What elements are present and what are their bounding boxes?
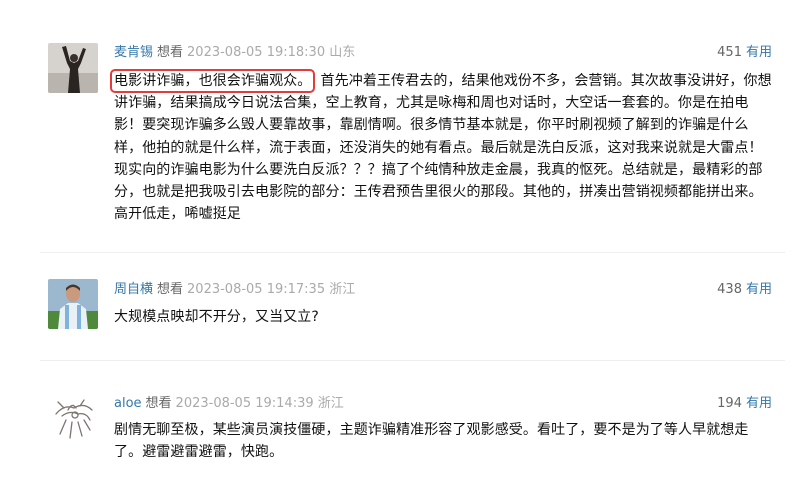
vote-area: 194 有用 (717, 395, 772, 413)
comment-time: 2023-08-05 19:14:39 (175, 396, 314, 411)
comment-body: 首先冲着王传君去的，结果他戏份不多，会营销。其次故事没讲好，你想讲诈骗，结果搞成… (114, 73, 772, 223)
comment-time: 2023-08-05 19:18:30 (187, 45, 326, 60)
comment-location: 山东 (329, 45, 356, 60)
useful-button[interactable]: 有用 (746, 45, 772, 60)
comment-text: 电影讲诈骗，也很会诈骗观众。 首先冲着王传君去的，结果他戏份不多，会营销。其次故… (109, 69, 774, 225)
footballer-photo-icon (48, 279, 98, 329)
divider (40, 360, 785, 361)
username-link[interactable]: 周自横 (114, 282, 153, 297)
comment-time: 2023-08-05 19:17:35 (187, 282, 326, 297)
vote-count: 451 (717, 45, 742, 60)
rating-label: 想看 (157, 45, 184, 60)
comment-text: 大规模点映却不开分，又当又立? (114, 306, 774, 328)
comment-location: 浙江 (329, 282, 356, 297)
avatar[interactable] (48, 279, 98, 329)
vote-count: 438 (717, 282, 742, 297)
username-link[interactable]: aloe (114, 396, 142, 411)
useful-button[interactable]: 有用 (746, 282, 772, 297)
useful-button[interactable]: 有用 (746, 396, 772, 411)
raised-arms-figure-icon (48, 43, 98, 93)
sketch-creature-icon (48, 394, 98, 444)
highlighted-phrase: 电影讲诈骗，也很会诈骗观众。 (109, 69, 316, 93)
comment-body: 大规模点映却不开分，又当又立? (114, 309, 319, 325)
vote-area: 438 有用 (717, 281, 772, 299)
avatar[interactable] (48, 394, 98, 444)
comment-location: 浙江 (317, 396, 344, 411)
avatar[interactable] (48, 43, 98, 93)
vote-area: 451 有用 (717, 44, 772, 62)
comment-meta: 周自横 想看 2023-08-05 19:17:35 浙江 (114, 281, 355, 299)
rating-label: 想看 (157, 282, 184, 297)
comment-meta: 麦肯锡 想看 2023-08-05 19:18:30 山东 (114, 44, 355, 62)
rating-label: 想看 (145, 396, 172, 411)
comment-meta: aloe 想看 2023-08-05 19:14:39 浙江 (114, 395, 344, 413)
vote-count: 194 (717, 396, 742, 411)
comment-text: 剧情无聊至极，某些演员演技僵硬，主题诈骗精准形容了观影感受。看吐了，要不是为了等… (114, 419, 774, 463)
divider (40, 252, 785, 253)
username-link[interactable]: 麦肯锡 (114, 45, 153, 60)
comment-body: 剧情无聊至极，某些演员演技僵硬，主题诈骗精准形容了观影感受。看吐了，要不是为了等… (114, 422, 749, 461)
